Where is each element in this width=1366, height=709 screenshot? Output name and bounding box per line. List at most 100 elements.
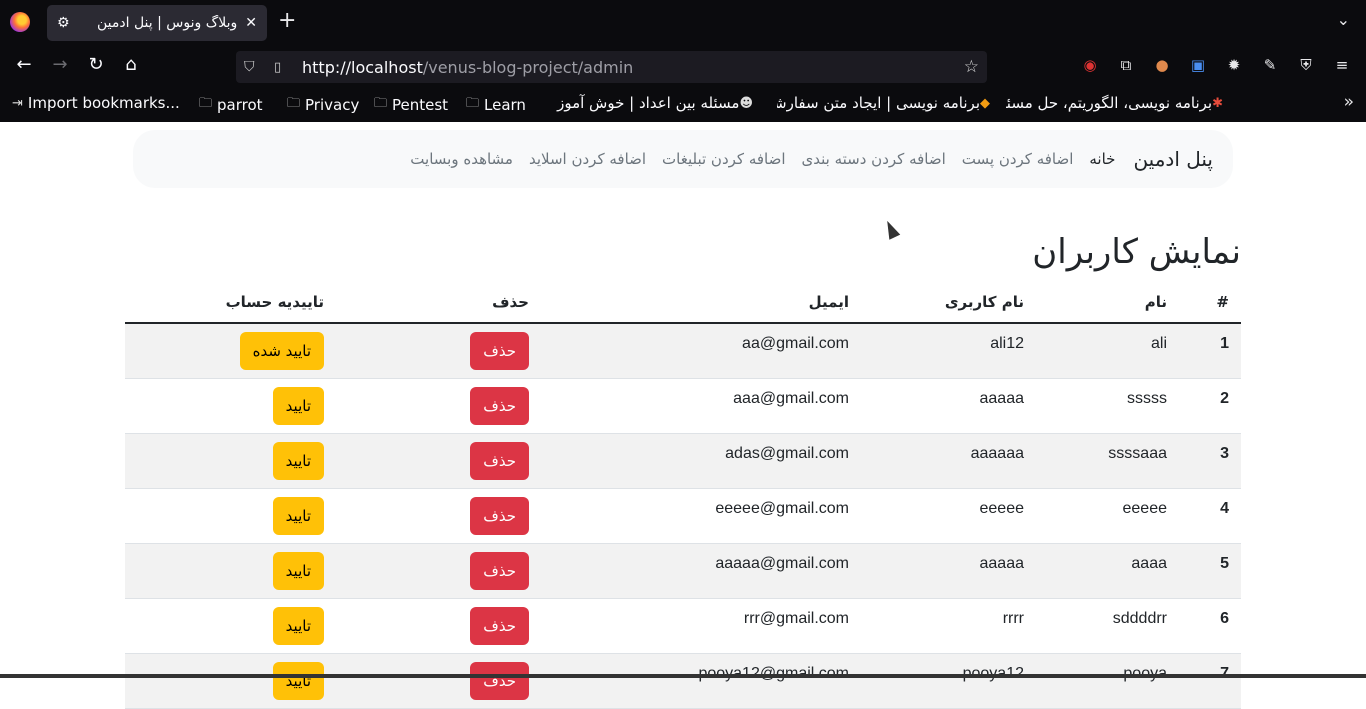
- cell-name: ssssaaa: [1024, 433, 1167, 489]
- cell-email: adas@gmail.com: [529, 433, 849, 489]
- navigation-toolbar: ← → ↻ ⌂ ⛉ ▯ http://localhost/venus-blog-…: [0, 46, 1366, 88]
- delete-button[interactable]: حذف: [470, 606, 529, 645]
- forward-icon[interactable]: →: [48, 54, 72, 75]
- cell-email: aaaaa@gmail.com: [529, 543, 849, 599]
- tab-bar: ⚙ وبلاگ ونوس | پنل ادمین ✕ + ⌄: [0, 0, 1366, 46]
- settings-icon[interactable]: ✹: [1224, 56, 1244, 74]
- verify-button[interactable]: تایید: [272, 496, 324, 535]
- bookmark-folder-privacy[interactable]: 🗀 Privacy: [287, 94, 359, 116]
- nav-add-slide[interactable]: اضافه کردن اسلاید: [529, 150, 646, 168]
- privacy-shield-icon[interactable]: ⛨: [1296, 56, 1316, 74]
- header-verify: تاییدیه حساب: [125, 282, 324, 324]
- translate-icon[interactable]: ▣: [1188, 56, 1208, 74]
- new-tab-button[interactable]: +: [278, 8, 296, 33]
- cell-username: rrrr: [849, 598, 1024, 654]
- cell-name: aaaa: [1024, 543, 1167, 599]
- cell-username: eeeee: [849, 488, 1024, 544]
- verify-button[interactable]: تایید: [272, 661, 324, 700]
- ublock-icon[interactable]: ◉: [1080, 56, 1100, 74]
- bookmark-label: Privacy: [305, 96, 360, 114]
- cell-verify: تایید: [125, 653, 324, 709]
- bookmark-site-1[interactable]: ☻ مسئله بین اعداد | خوش آموز: [548, 94, 758, 112]
- chevron-down-icon[interactable]: ⌄: [1337, 10, 1350, 29]
- home-icon[interactable]: ⌂: [119, 54, 143, 75]
- folder-icon: 🗀: [199, 96, 213, 111]
- bookmark-folder-pentest[interactable]: 🗀 Pentest: [374, 94, 448, 116]
- table-row: 1 ali ali12 aa@gmail.com حذف تایید شده: [125, 323, 1241, 379]
- header-username: نام کاربری: [849, 282, 1024, 324]
- header-email: ایمیل: [529, 282, 849, 324]
- verify-button[interactable]: تایید: [272, 606, 324, 645]
- reload-icon[interactable]: ↻: [84, 54, 108, 75]
- table-row: 5 aaaa aaaaa aaaaa@gmail.com حذف تایید: [125, 543, 1241, 599]
- header-num: #: [1167, 282, 1241, 324]
- cell-email: rrr@gmail.com: [529, 598, 849, 654]
- shield-icon[interactable]: ⛉: [244, 59, 262, 75]
- cell-verify: تایید: [125, 488, 324, 544]
- nav-home[interactable]: خانه: [1089, 150, 1115, 168]
- cell-verify: تایید شده: [125, 323, 324, 379]
- url-text[interactable]: http://localhost/venus-blog-project/admi…: [302, 58, 633, 77]
- admin-navbar: پنل ادمین خانه اضافه کردن پست اضافه کردن…: [133, 130, 1233, 188]
- folder-icon: 🗀: [287, 96, 301, 111]
- header-name: نام: [1024, 282, 1167, 324]
- nav-view-website[interactable]: مشاهده وبسایت: [410, 150, 513, 168]
- pen-icon[interactable]: ✎: [1260, 56, 1280, 74]
- site-icon: ✱: [1212, 95, 1223, 111]
- cell-email: eeeee@gmail.com: [529, 488, 849, 544]
- nav-add-post[interactable]: اضافه کردن پست: [962, 150, 1074, 168]
- bookmark-label: برنامه نویسی | ایجاد متن سفارشی: [777, 94, 980, 112]
- address-bar[interactable]: ⛉ ▯ http://localhost/venus-blog-project/…: [236, 51, 987, 83]
- cell-delete: حذف: [324, 433, 529, 489]
- delete-button[interactable]: حذف: [470, 551, 529, 590]
- bookmark-label: Pentest: [392, 96, 449, 114]
- bookmark-folder-learn[interactable]: 🗀 Learn: [466, 94, 526, 116]
- cell-num: 2: [1167, 378, 1241, 434]
- delete-button[interactable]: حذف: [470, 386, 529, 425]
- cookie-icon[interactable]: ●: [1152, 56, 1172, 74]
- delete-button[interactable]: حذف: [470, 661, 529, 700]
- star-icon[interactable]: ☆: [964, 57, 979, 77]
- table-row: 6 sddddrr rrrr rrr@gmail.com حذف تایید: [125, 598, 1241, 654]
- bookmark-folder-parrot[interactable]: 🗀 parrot: [199, 94, 263, 116]
- back-icon[interactable]: ←: [12, 54, 36, 75]
- bookmark-import[interactable]: ⇥ Import bookmarks...: [12, 94, 180, 112]
- cell-num: 1: [1167, 323, 1241, 379]
- navbar-brand[interactable]: پنل ادمین: [1133, 147, 1213, 171]
- bookmark-site-3[interactable]: ✱ برنامه نویسی، الگوریتم، حل مسئله: [1006, 94, 1228, 112]
- bookmarks-toolbar: ⇥ Import bookmarks... 🗀 parrot 🗀 Privacy 🗀 P…: [0, 88, 1366, 120]
- cell-delete: حذف: [324, 488, 529, 544]
- puzzle-icon[interactable]: ⧉: [1116, 56, 1136, 74]
- table-row: 2 sssss aaaaa aaa@gmail.com حذف تایید: [125, 378, 1241, 434]
- cell-num: 6: [1167, 598, 1241, 654]
- delete-button[interactable]: حذف: [470, 496, 529, 535]
- cell-username: aaaaa: [849, 378, 1024, 434]
- close-icon[interactable]: ✕: [245, 15, 257, 31]
- page-icon[interactable]: ▯: [274, 60, 288, 75]
- verify-button[interactable]: تایید: [272, 386, 324, 425]
- verify-button[interactable]: تایید: [272, 441, 324, 480]
- bookmark-site-2[interactable]: ◆ برنامه نویسی | ایجاد متن سفارشی: [777, 94, 995, 112]
- cell-name: ali: [1024, 323, 1167, 379]
- bookmark-label: مسئله بین اعداد | خوش آموز: [557, 94, 740, 112]
- import-icon: ⇥: [12, 95, 23, 111]
- cell-name: sssss: [1024, 378, 1167, 434]
- header-delete: حذف: [324, 282, 529, 324]
- nav-add-category[interactable]: اضافه کردن دسته بندی: [802, 150, 946, 168]
- firefox-icon[interactable]: [10, 12, 30, 32]
- verify-button[interactable]: تایید: [272, 551, 324, 590]
- menu-icon[interactable]: ≡: [1332, 56, 1352, 74]
- chevron-right-icon[interactable]: »: [1344, 92, 1354, 112]
- cell-verify: تایید: [125, 598, 324, 654]
- verify-button[interactable]: تایید شده: [239, 332, 324, 370]
- bookmark-label: Import bookmarks...: [27, 94, 180, 112]
- delete-button[interactable]: حذف: [470, 441, 529, 480]
- cell-email: aa@gmail.com: [529, 323, 849, 379]
- delete-button[interactable]: حذف: [470, 332, 529, 370]
- cell-delete: حذف: [324, 598, 529, 654]
- url-path: /venus-blog-project/admin: [422, 57, 634, 77]
- nav-add-ads[interactable]: اضافه کردن تبلیغات: [662, 150, 785, 168]
- browser-chrome: ⚙ وبلاگ ونوس | پنل ادمین ✕ + ⌄ ← → ↻ ⌂ ⛉…: [0, 0, 1366, 122]
- folder-icon: 🗀: [374, 96, 388, 111]
- active-tab[interactable]: ⚙ وبلاگ ونوس | پنل ادمین ✕: [47, 5, 267, 41]
